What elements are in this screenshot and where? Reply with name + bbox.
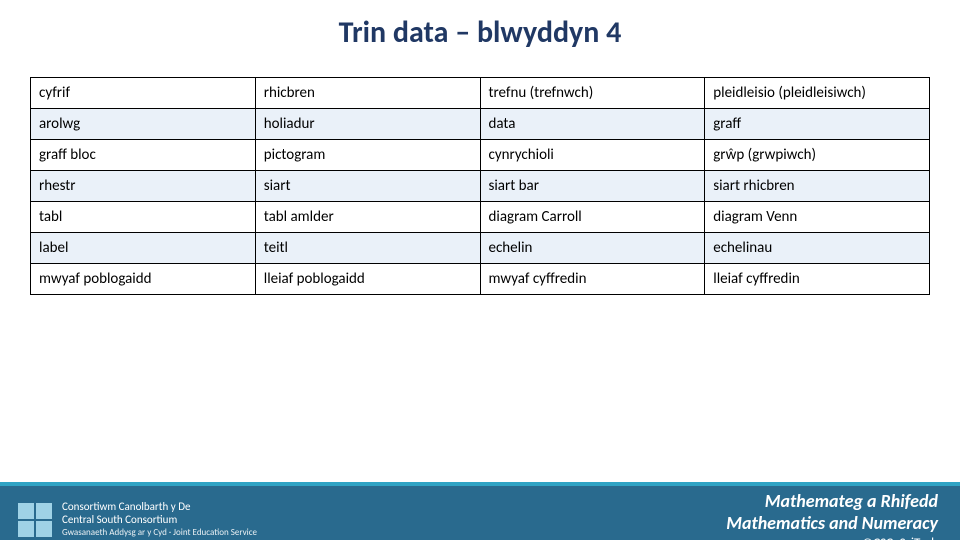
- table-row: arolwg holiadur data graff: [31, 109, 930, 140]
- table-cell: lleiaf cyffredin: [705, 264, 930, 295]
- footer: Consortiwm Canolbarth y De Central South…: [0, 482, 960, 540]
- table-cell: lleiaf poblogaidd: [255, 264, 480, 295]
- footer-logo-line2: Central South Consortium: [62, 514, 257, 527]
- table-cell: pictogram: [255, 140, 480, 171]
- table-row: rhestr siart siart bar siart rhicbren: [31, 171, 930, 202]
- table-cell: mwyaf poblogaidd: [31, 264, 256, 295]
- table-cell: holiadur: [255, 109, 480, 140]
- table-cell: cynrychioli: [480, 140, 705, 171]
- table-cell: rhestr: [31, 171, 256, 202]
- footer-logo-sub: Gwasanaeth Addysg ar y Cyd · Joint Educa…: [62, 528, 257, 538]
- footer-logo-text: Consortiwm Canolbarth y De Central South…: [62, 501, 257, 539]
- footer-handle: @CSC_SciTech: [726, 536, 938, 540]
- table-cell: diagram Carroll: [480, 202, 705, 233]
- table-cell: label: [31, 233, 256, 264]
- table-row: tabl tabl amlder diagram Carroll diagram…: [31, 202, 930, 233]
- vocab-table-wrap: cyfrif rhicbren trefnu (trefnwch) pleidl…: [30, 77, 930, 295]
- footer-logo-line1: Consortiwm Canolbarth y De: [62, 501, 257, 514]
- table-row: label teitl echelin echelinau: [31, 233, 930, 264]
- table-row: cyfrif rhicbren trefnu (trefnwch) pleidl…: [31, 78, 930, 109]
- footer-main: Consortiwm Canolbarth y De Central South…: [0, 486, 960, 540]
- table-cell: cyfrif: [31, 78, 256, 109]
- table-cell: echelinau: [705, 233, 930, 264]
- table-cell: siart rhicbren: [705, 171, 930, 202]
- footer-logo-block: Consortiwm Canolbarth y De Central South…: [18, 501, 257, 539]
- table-cell: trefnu (trefnwch): [480, 78, 705, 109]
- table-cell: graff: [705, 109, 930, 140]
- table-cell: grŵp (grwpiwch): [705, 140, 930, 171]
- table-cell: mwyaf cyffredin: [480, 264, 705, 295]
- table-cell: siart bar: [480, 171, 705, 202]
- table-cell: graff bloc: [31, 140, 256, 171]
- table-cell: diagram Venn: [705, 202, 930, 233]
- table-cell: arolwg: [31, 109, 256, 140]
- table-cell: tabl: [31, 202, 256, 233]
- vocab-table: cyfrif rhicbren trefnu (trefnwch) pleidl…: [30, 77, 930, 295]
- logo-icon: [18, 503, 52, 537]
- table-cell: pleidleisio (pleidleisiwch): [705, 78, 930, 109]
- table-cell: rhicbren: [255, 78, 480, 109]
- table-cell: tabl amlder: [255, 202, 480, 233]
- footer-right: Mathemateg a Rhifedd Mathematics and Num…: [726, 490, 938, 540]
- table-cell: data: [480, 109, 705, 140]
- table-cell: teitl: [255, 233, 480, 264]
- table-cell: siart: [255, 171, 480, 202]
- table-row: graff bloc pictogram cynrychioli grŵp (g…: [31, 140, 930, 171]
- table-cell: echelin: [480, 233, 705, 264]
- footer-title-welsh: Mathemateg a Rhifedd: [726, 490, 938, 512]
- page-title: Trin data – blwyddyn 4: [0, 14, 960, 51]
- footer-title-english: Mathematics and Numeracy: [726, 512, 938, 534]
- table-row: mwyaf poblogaidd lleiaf poblogaidd mwyaf…: [31, 264, 930, 295]
